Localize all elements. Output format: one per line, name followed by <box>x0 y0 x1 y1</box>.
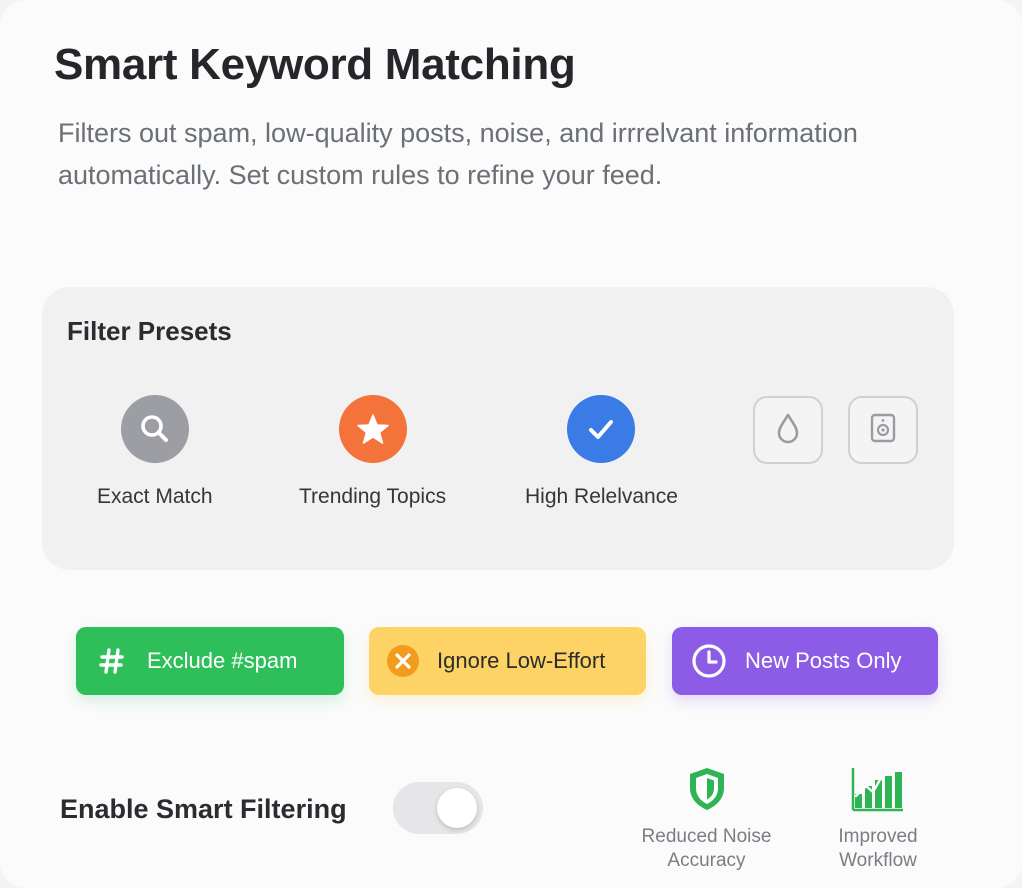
close-circle-icon <box>386 644 420 678</box>
hash-icon <box>98 647 126 675</box>
feature-line: Accuracy <box>667 850 746 871</box>
chip-label: Ignore Low-Effort <box>437 648 606 673</box>
star-icon <box>338 395 407 463</box>
feature-line: Reduced Noise <box>641 826 772 847</box>
drop-icon <box>773 411 803 450</box>
chip-label: Exclude #spam <box>147 648 298 673</box>
search-icon <box>120 395 189 463</box>
preset-label: High Relelvance <box>525 485 678 508</box>
preset-trending-topics[interactable]: Trending Topics <box>299 395 446 509</box>
preset-label: Exact Match <box>97 485 213 508</box>
toggle-knob[interactable] <box>437 788 477 828</box>
preset-high-relevance[interactable]: High Relelvance <box>525 395 678 509</box>
smart-filtering-label: Enable Smart Filtering <box>60 794 347 824</box>
clock-icon <box>691 643 727 679</box>
drop-filter-button[interactable] <box>753 396 823 464</box>
chip-new-posts-only[interactable]: New Posts Only <box>672 627 938 695</box>
filter-presets-panel: Filter Presets Exact Match Trending Topi… <box>42 287 954 570</box>
smart-keyword-card: Smart Keyword Matching Filters out spam,… <box>0 0 1022 888</box>
feature-reduced-noise: Reduced Noise Accuracy <box>637 766 776 873</box>
page-title: Smart Keyword Matching <box>54 40 576 89</box>
chip-exclude-spam[interactable]: Exclude #spam <box>76 627 344 695</box>
shield-icon <box>687 766 727 817</box>
speaker-filter-button[interactable] <box>848 396 918 464</box>
check-icon <box>567 395 636 463</box>
feature-improved-workflow: Improved Workflow <box>832 766 924 873</box>
chip-label: New Posts Only <box>745 648 902 673</box>
feature-line: Workflow <box>839 850 917 871</box>
page-description: Filters out spam, low-quality posts, noi… <box>58 118 858 190</box>
feature-text: Reduced Noise Accuracy <box>642 825 772 873</box>
feature-text: Improved Workflow <box>838 825 917 873</box>
preset-exact-match[interactable]: Exact Match <box>97 395 213 509</box>
preset-label: Trending Topics <box>299 485 447 508</box>
bar-chart-icon <box>851 766 905 817</box>
chip-ignore-low-effort[interactable]: Ignore Low-Effort <box>369 627 646 695</box>
smart-filtering-toggle[interactable] <box>393 782 483 834</box>
speaker-icon <box>868 411 898 450</box>
feature-line: Improved <box>838 826 918 847</box>
presets-title: Filter Presets <box>67 316 232 346</box>
